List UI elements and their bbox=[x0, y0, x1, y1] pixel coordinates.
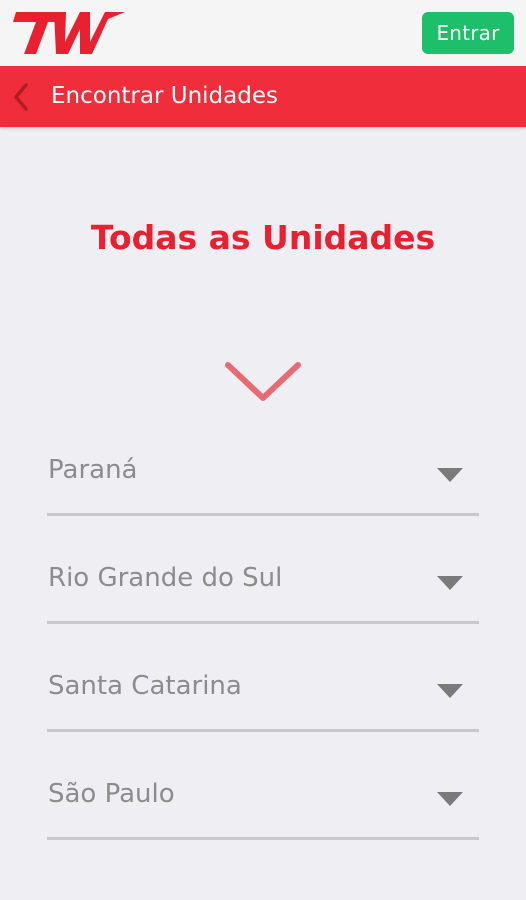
state-dropdown-parana[interactable]: Paraná bbox=[47, 440, 479, 516]
tw-logo[interactable]: TW bbox=[10, 9, 126, 57]
state-dropdown-rio-grande-do-sul[interactable]: Rio Grande do Sul bbox=[47, 548, 479, 624]
caret-down-icon bbox=[437, 684, 463, 698]
chevron-down-icon bbox=[225, 362, 301, 401]
login-button[interactable]: Entrar bbox=[422, 12, 514, 54]
state-label: Rio Grande do Sul bbox=[48, 563, 283, 593]
state-label: Paraná bbox=[48, 455, 138, 485]
navigation-bar: Encontrar Unidades bbox=[0, 66, 526, 127]
caret-down-icon bbox=[437, 468, 463, 482]
state-dropdown-sao-paulo[interactable]: São Paulo bbox=[47, 764, 479, 840]
nav-title: Encontrar Unidades bbox=[51, 83, 278, 109]
chevron-left-icon[interactable] bbox=[11, 82, 31, 112]
top-header: TW Entrar bbox=[0, 0, 526, 66]
state-label: Santa Catarina bbox=[48, 671, 242, 701]
caret-down-icon bbox=[437, 576, 463, 590]
caret-down-icon bbox=[437, 792, 463, 806]
state-dropdown-santa-catarina[interactable]: Santa Catarina bbox=[47, 656, 479, 732]
state-label: São Paulo bbox=[48, 779, 175, 809]
page-heading: Todas as Unidades bbox=[90, 218, 436, 257]
